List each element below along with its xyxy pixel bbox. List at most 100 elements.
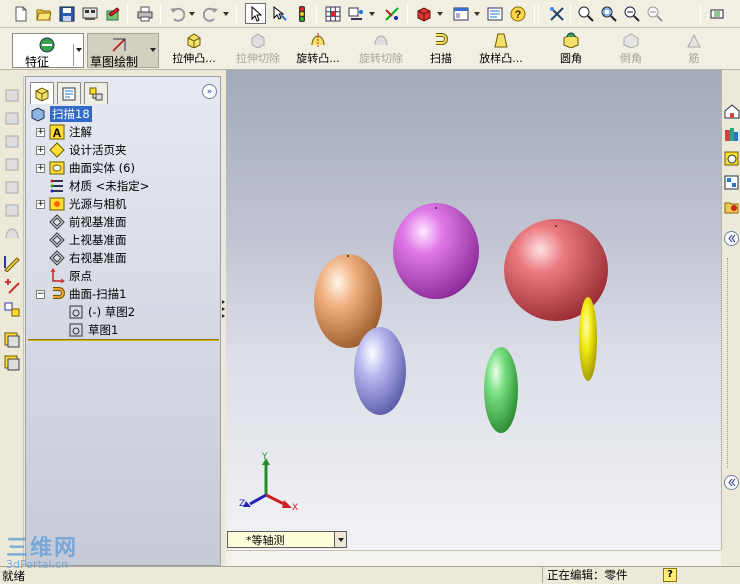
feature-grey-icon[interactable] <box>3 178 21 196</box>
view-palette-icon[interactable] <box>723 174 740 191</box>
tree-item-label: 光源与相机 <box>69 197 127 211</box>
graphics-area[interactable]: Y X Z *等轴测 <box>226 70 721 550</box>
extruded-boss-button[interactable]: 拉伸凸... <box>168 32 220 68</box>
relation-icon[interactable] <box>3 300 21 318</box>
tree-item-front-plane[interactable]: 前视基准面 <box>49 213 243 231</box>
new-document-icon[interactable] <box>10 3 31 24</box>
tree-item-material[interactable]: 材质 <未指定> <box>49 177 243 195</box>
select-other-icon[interactable] <box>268 3 289 24</box>
sketch-add-icon[interactable] <box>3 277 21 295</box>
magenta-sphere[interactable] <box>393 203 479 299</box>
surface-bodies-icon <box>49 160 65 176</box>
file-explorer-icon[interactable] <box>723 150 740 167</box>
editing-status: 正在编辑：零件 <box>542 567 657 583</box>
loft-button[interactable]: 放样凸... <box>475 32 527 68</box>
chevron-down-icon[interactable] <box>76 48 82 52</box>
expand-plus-icon[interactable]: + <box>36 199 45 209</box>
feature-grey-icon[interactable] <box>3 155 21 173</box>
fillet-button[interactable]: 圆角 <box>556 32 586 68</box>
collapse-pane-icon[interactable] <box>723 230 740 247</box>
design-library-icon[interactable] <box>723 126 740 143</box>
print-icon[interactable] <box>134 3 155 24</box>
tree-root[interactable]: 扫描18 <box>30 105 224 123</box>
zoom-in-out-icon[interactable] <box>621 3 642 24</box>
save-icon[interactable] <box>56 3 77 24</box>
collapse-minus-icon[interactable]: − <box>36 289 45 299</box>
expand-plus-icon[interactable]: + <box>36 127 45 137</box>
sweep-button[interactable]: 扫描 <box>425 32 457 68</box>
options-list-icon[interactable] <box>484 3 505 24</box>
expand-pane-icon[interactable] <box>723 474 740 491</box>
addin-icon[interactable] <box>706 3 727 24</box>
view-orientation-select[interactable]: *等轴测 <box>227 531 347 548</box>
smart-dimension-icon[interactable] <box>381 3 402 24</box>
command-manager: 特征 草图绘制 拉伸凸... 拉伸切除 旋转凸... 旋转切除 扫描 放样凸..… <box>0 28 740 70</box>
revolved-boss-label: 旋转凸... <box>296 52 340 65</box>
zoom-selection-icon[interactable] <box>644 3 665 24</box>
expand-plus-icon[interactable]: + <box>36 163 45 173</box>
help-icon[interactable]: ? <box>507 3 528 24</box>
surface-sweep-icon <box>49 286 65 302</box>
chevron-down-icon[interactable] <box>150 48 156 52</box>
configuration-manager-icon <box>89 87 103 100</box>
tree-item-top-plane[interactable]: 上视基准面 <box>49 231 243 249</box>
horizontal-scrollbar[interactable] <box>226 550 721 566</box>
grid-icon[interactable] <box>322 3 343 24</box>
expand-plus-icon[interactable]: + <box>36 145 45 155</box>
expand-panel-icon[interactable]: » <box>202 84 217 99</box>
tab-sketch[interactable]: 草图绘制 <box>87 33 159 69</box>
zoom-fit-icon[interactable] <box>575 3 596 24</box>
tree-item-surface-sweep[interactable]: − 曲面-扫描1 <box>36 285 230 303</box>
feature-grey-icon[interactable] <box>3 132 21 150</box>
tools-icon[interactable] <box>546 3 567 24</box>
feature-grey-icon[interactable] <box>3 224 21 242</box>
tab-feature-manager[interactable] <box>30 82 54 104</box>
lavender-ellipsoid[interactable] <box>354 327 406 415</box>
tree-item-origin[interactable]: 原点 <box>49 267 243 285</box>
zoom-area-icon[interactable] <box>598 3 619 24</box>
sketch-relations-icon[interactable] <box>345 3 366 24</box>
select-pointer-icon[interactable] <box>245 3 266 24</box>
redo-icon[interactable] <box>200 3 221 24</box>
tree-item-annotations[interactable]: + A 注解 <box>36 123 230 141</box>
undo-icon[interactable] <box>166 3 187 24</box>
chevron-down-icon[interactable] <box>334 532 346 547</box>
open-folder-icon[interactable] <box>33 3 54 24</box>
rollback-bar[interactable] <box>28 339 219 341</box>
revolved-boss-button[interactable]: 旋转凸... <box>291 32 345 68</box>
tree-item-design-binder[interactable]: + 设计活页夹 <box>36 141 230 159</box>
feature-grey-icon[interactable] <box>3 86 21 104</box>
tab-features[interactable]: 特征 <box>12 33 84 69</box>
chamfer-button[interactable]: 倒角 <box>616 32 646 68</box>
extruded-cut-button[interactable]: 拉伸切除 <box>231 32 285 68</box>
tree-item-right-plane[interactable]: 右视基准面 <box>49 249 243 267</box>
tree-item-lights-cameras[interactable]: + 光源与相机 <box>36 195 230 213</box>
layer-icon[interactable] <box>3 331 21 349</box>
green-ellipsoid[interactable] <box>484 347 518 433</box>
rib-button[interactable]: 筋 <box>682 32 706 68</box>
layer-icon[interactable] <box>3 354 21 372</box>
rebuild-icon[interactable] <box>102 3 123 24</box>
home-icon[interactable] <box>723 102 740 119</box>
help-icon[interactable]: ? <box>663 568 677 582</box>
sketch-edit-icon[interactable] <box>3 254 21 273</box>
tree-item-surface-bodies[interactable]: + 曲面实体 (6) <box>36 159 230 177</box>
lights-cameras-icon <box>49 196 65 212</box>
feature-grey-icon[interactable] <box>3 109 21 127</box>
view-orientation-icon[interactable] <box>450 3 471 24</box>
feature-grey-icon[interactable] <box>3 201 21 219</box>
tab-configuration-manager[interactable] <box>84 82 108 104</box>
status-bar: 就绪 正在编辑：零件 ? <box>0 566 740 583</box>
sketch-icon <box>68 322 84 338</box>
chamfer-icon <box>623 33 639 48</box>
yellow-disc[interactable] <box>579 297 597 381</box>
tab-property-manager[interactable] <box>57 82 81 104</box>
revolved-cut-button[interactable]: 旋转切除 <box>355 32 407 68</box>
tree-item-label: 前视基准面 <box>69 215 127 229</box>
coordinate-triad: Y X Z <box>234 452 304 515</box>
appearances-icon[interactable] <box>723 198 740 215</box>
appearance-icon[interactable] <box>413 3 434 24</box>
print-options-icon[interactable] <box>79 3 100 24</box>
traffic-light-icon[interactable] <box>291 3 312 24</box>
vertical-scroll-track[interactable] <box>727 258 735 468</box>
